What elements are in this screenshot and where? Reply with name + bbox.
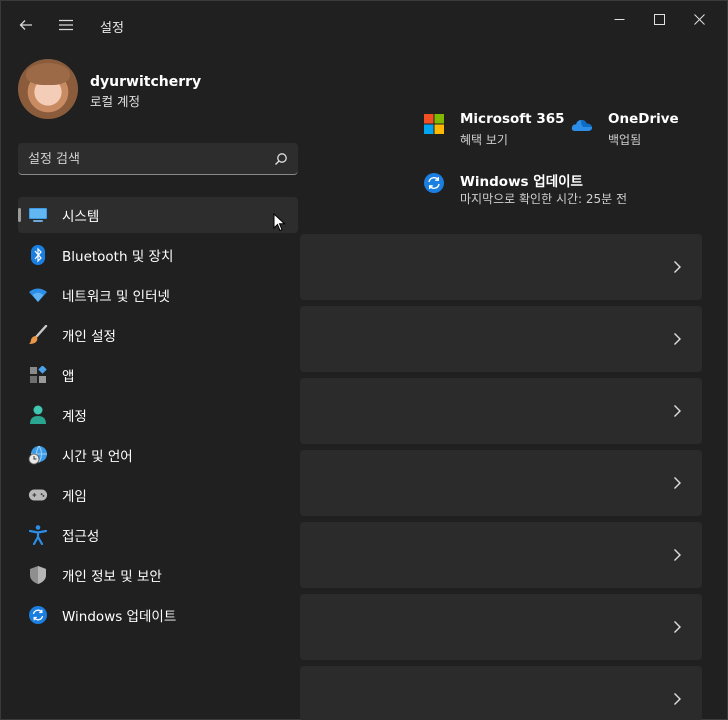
chevron-right-icon bbox=[674, 477, 681, 489]
globe-clock-icon bbox=[28, 445, 48, 465]
settings-window: 설정 dyurwitcherry 로컬 계정 시스템 bbox=[0, 0, 728, 720]
settings-card[interactable] bbox=[300, 378, 702, 444]
mouse-cursor-icon bbox=[273, 213, 286, 232]
sidebar-item-apps[interactable]: 앱 bbox=[18, 357, 298, 393]
chevron-right-icon bbox=[674, 333, 681, 345]
search-input[interactable] bbox=[28, 149, 268, 169]
sidebar-item-label: 네트워크 및 인터넷 bbox=[62, 289, 170, 305]
chevron-right-icon bbox=[674, 261, 681, 273]
close-icon[interactable] bbox=[677, 7, 721, 31]
sidebar-item-label: 게임 bbox=[62, 489, 87, 505]
maximize-icon[interactable] bbox=[637, 7, 681, 31]
wifi-icon bbox=[28, 286, 48, 304]
sidebar-item-label: 개인 정보 및 보안 bbox=[62, 569, 162, 585]
sidebar-item-time-language[interactable]: 시간 및 언어 bbox=[18, 437, 298, 473]
monitor-icon bbox=[28, 206, 48, 224]
search-box[interactable] bbox=[18, 143, 298, 175]
chevron-right-icon bbox=[674, 621, 681, 633]
settings-card[interactable] bbox=[300, 306, 702, 372]
settings-card[interactable] bbox=[300, 450, 702, 516]
tile-title: OneDrive bbox=[608, 111, 679, 127]
settings-card[interactable] bbox=[300, 522, 702, 588]
sidebar-item-personalization[interactable]: 개인 설정 bbox=[18, 317, 298, 353]
chevron-right-icon bbox=[674, 405, 681, 417]
sidebar-item-system[interactable]: 시스템 bbox=[18, 197, 298, 233]
hamburger-menu-icon[interactable] bbox=[52, 11, 80, 39]
update-icon bbox=[424, 173, 444, 193]
apps-icon bbox=[28, 366, 48, 384]
accessibility-icon bbox=[28, 525, 48, 545]
tile-title: Microsoft 365 bbox=[460, 111, 565, 127]
shield-icon bbox=[28, 566, 48, 584]
tile-subtitle: 혜택 보기 bbox=[460, 133, 508, 147]
onedrive-cloud-icon bbox=[571, 120, 593, 131]
sidebar-item-windows-update[interactable]: Windows 업데이트 bbox=[18, 597, 298, 633]
sidebar-item-accessibility[interactable]: 접근성 bbox=[18, 517, 298, 553]
sidebar-item-privacy-security[interactable]: 개인 정보 및 보안 bbox=[18, 557, 298, 593]
tile-subtitle: 백업됨 bbox=[608, 133, 642, 147]
settings-card[interactable] bbox=[300, 594, 702, 660]
sidebar-nav: 시스템 Bluetooth 및 장치 네트워크 및 인터넷 개인 설정 앱 계정… bbox=[18, 197, 298, 637]
tile-subtitle: 마지막으로 확인한 시간: 25분 전 bbox=[460, 192, 628, 206]
settings-card[interactable] bbox=[300, 234, 702, 300]
minimize-icon[interactable] bbox=[597, 7, 641, 31]
gamepad-icon bbox=[28, 486, 48, 504]
sidebar-item-label: Windows 업데이트 bbox=[62, 609, 177, 625]
sidebar-item-label: 개인 설정 bbox=[62, 329, 116, 345]
sidebar-item-label: 앱 bbox=[62, 369, 75, 385]
sidebar-item-label: 접근성 bbox=[62, 529, 100, 545]
chevron-right-icon bbox=[674, 549, 681, 561]
user-name: dyurwitcherry bbox=[90, 74, 202, 90]
tile-title: Windows 업데이트 bbox=[460, 174, 583, 190]
sidebar-item-bluetooth[interactable]: Bluetooth 및 장치 bbox=[18, 237, 298, 273]
sidebar-item-accounts[interactable]: 계정 bbox=[18, 397, 298, 433]
title-bar: 설정 bbox=[1, 1, 727, 49]
chevron-right-icon bbox=[674, 693, 681, 705]
settings-card[interactable] bbox=[300, 666, 702, 720]
bluetooth-icon bbox=[28, 245, 48, 265]
sidebar-item-label: 시스템 bbox=[62, 209, 100, 225]
sidebar-item-label: Bluetooth 및 장치 bbox=[62, 249, 174, 265]
sidebar-item-label: 시간 및 언어 bbox=[62, 449, 133, 465]
person-icon bbox=[28, 405, 48, 424]
update-icon bbox=[28, 606, 48, 624]
avatar[interactable] bbox=[18, 59, 78, 119]
search-icon[interactable] bbox=[274, 152, 288, 166]
back-arrow-icon[interactable] bbox=[12, 11, 40, 39]
sidebar-item-label: 계정 bbox=[62, 409, 87, 425]
sidebar-item-gaming[interactable]: 게임 bbox=[18, 477, 298, 513]
sidebar-item-network[interactable]: 네트워크 및 인터넷 bbox=[18, 277, 298, 313]
paintbrush-icon bbox=[28, 325, 48, 344]
app-title: 설정 bbox=[100, 21, 124, 36]
microsoft-logo-icon bbox=[424, 114, 444, 134]
account-type: 로컬 계정 bbox=[90, 94, 140, 109]
